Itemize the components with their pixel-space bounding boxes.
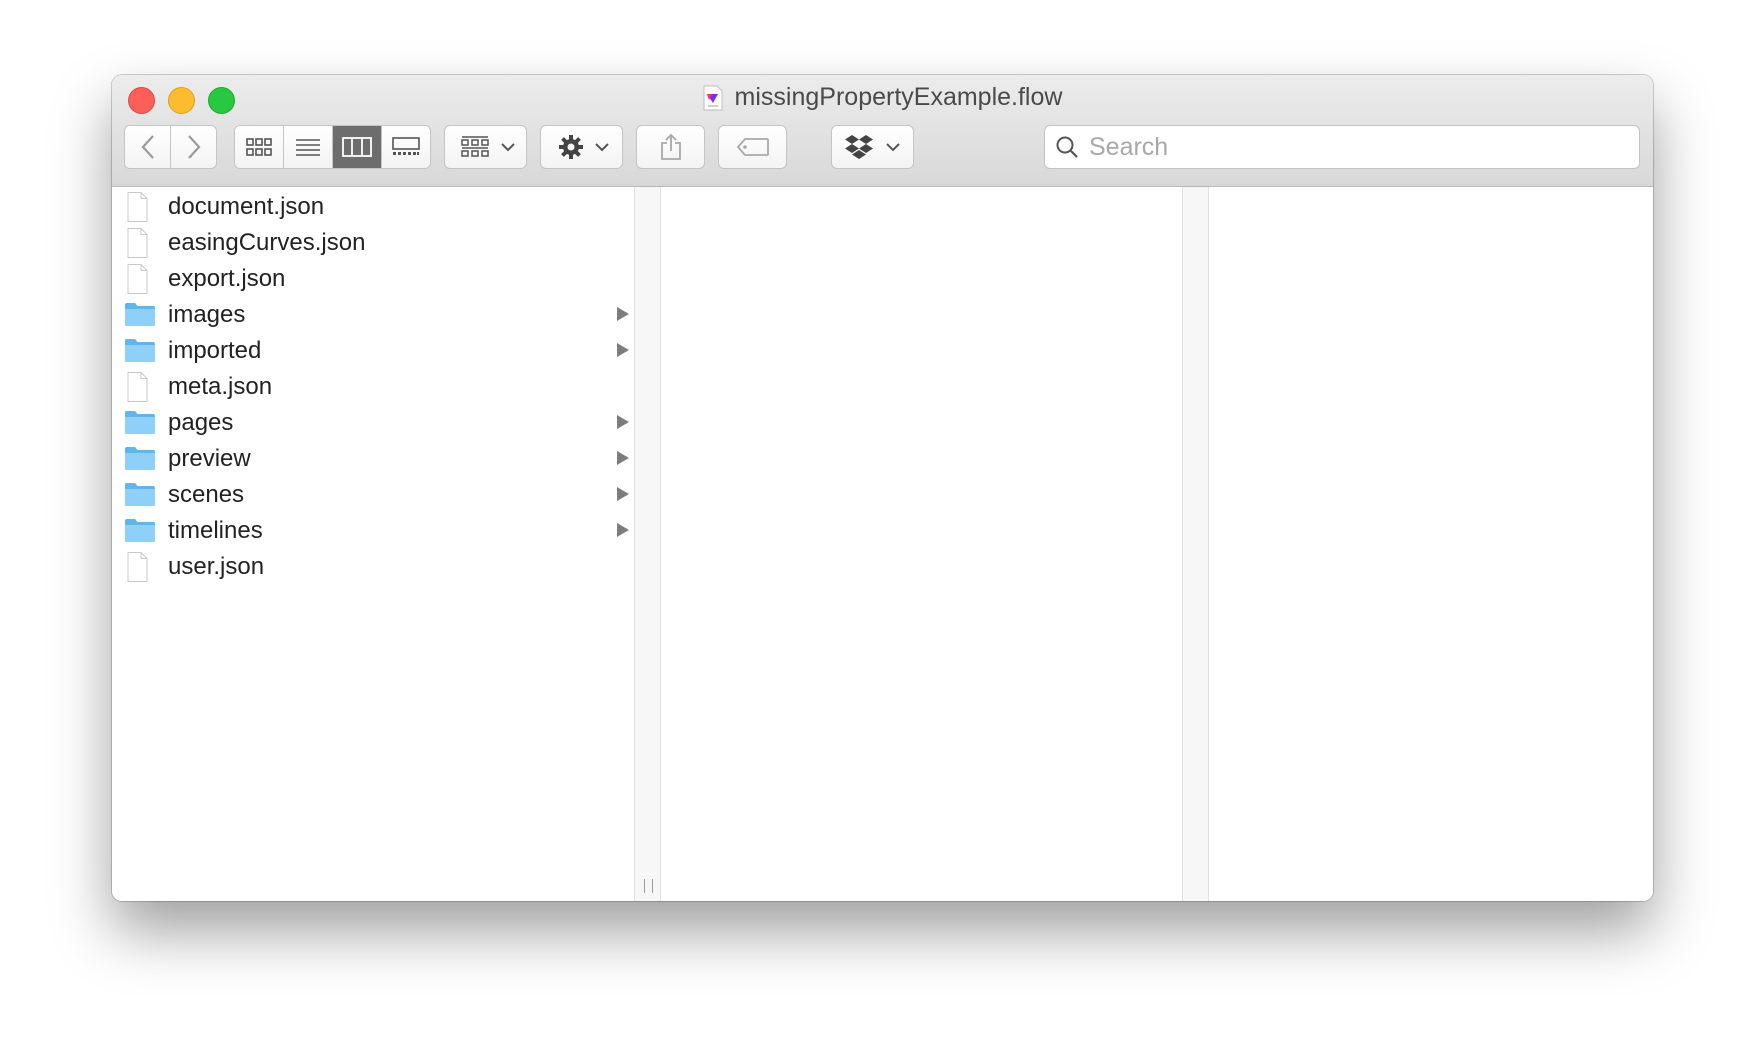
item-name: meta.json xyxy=(168,373,273,400)
folder-item[interactable]: scenes xyxy=(112,477,634,513)
folder-item[interactable]: images xyxy=(112,297,634,333)
column-2 xyxy=(661,187,1182,901)
column-resize-handle[interactable] xyxy=(644,879,653,893)
file-list: document.json easingCurves.json export.j… xyxy=(112,187,634,585)
share-button[interactable] xyxy=(636,125,705,169)
item-name: pages xyxy=(168,409,234,436)
document-icon xyxy=(124,192,158,222)
item-name: easingCurves.json xyxy=(168,229,366,256)
dropbox-icon xyxy=(845,135,873,159)
tag-icon xyxy=(736,138,769,156)
item-name: preview xyxy=(168,445,251,472)
folder-icon xyxy=(124,444,158,474)
document-icon xyxy=(124,228,158,258)
file-item[interactable]: document.json xyxy=(112,189,634,225)
gallery-view-button[interactable] xyxy=(382,126,430,168)
folder-icon xyxy=(124,516,158,546)
window-title: missingPropertyExample.flow xyxy=(734,83,1063,111)
chevron-left-icon xyxy=(141,135,154,159)
folder-icon xyxy=(124,300,158,330)
item-name: images xyxy=(168,301,246,328)
search-input[interactable] xyxy=(1087,131,1611,163)
chevron-right-icon xyxy=(187,135,200,159)
disclosure-arrow-icon xyxy=(617,523,629,537)
column-1: document.json easingCurves.json export.j… xyxy=(112,187,634,901)
gear-icon xyxy=(559,135,583,159)
forward-button[interactable] xyxy=(171,126,216,168)
disclosure-arrow-icon xyxy=(617,487,629,501)
document-icon xyxy=(124,264,158,294)
disclosure-arrow-icon xyxy=(617,451,629,465)
action-button[interactable] xyxy=(540,125,623,169)
chevron-down-icon xyxy=(886,143,900,152)
group-button[interactable] xyxy=(444,125,527,169)
folder-icon xyxy=(124,336,158,366)
nav-buttons xyxy=(124,125,217,169)
list-view-icon xyxy=(296,139,320,156)
tag-button[interactable] xyxy=(718,125,787,169)
column-view-button[interactable] xyxy=(333,126,382,168)
view-mode-control xyxy=(234,125,431,169)
disclosure-arrow-icon xyxy=(617,307,629,321)
flow-document-icon xyxy=(703,85,723,110)
item-name: scenes xyxy=(168,481,245,508)
list-view-button[interactable] xyxy=(284,126,333,168)
document-icon xyxy=(124,372,158,402)
file-item[interactable]: export.json xyxy=(112,261,634,297)
file-item[interactable]: easingCurves.json xyxy=(112,225,634,261)
folder-item[interactable]: pages xyxy=(112,405,634,441)
dropbox-button[interactable] xyxy=(831,125,914,169)
column-3 xyxy=(1209,187,1653,901)
share-icon xyxy=(660,133,681,160)
chevron-down-icon xyxy=(595,143,609,152)
item-name: timelines xyxy=(168,517,263,544)
window-title-area: missingPropertyExample.flow xyxy=(112,83,1653,112)
item-name: document.json xyxy=(168,193,325,220)
folder-item[interactable]: timelines xyxy=(112,513,634,549)
folder-icon xyxy=(124,408,158,438)
folder-icon xyxy=(124,480,158,510)
back-button[interactable] xyxy=(125,126,171,168)
title-bar: missingPropertyExample.flow xyxy=(112,75,1653,187)
disclosure-arrow-icon xyxy=(617,415,629,429)
search-field[interactable] xyxy=(1044,125,1640,169)
item-name: export.json xyxy=(168,265,286,292)
column-view-icon xyxy=(342,137,372,157)
folder-item[interactable]: imported xyxy=(112,333,634,369)
icon-view-button[interactable] xyxy=(235,126,284,168)
document-icon xyxy=(124,552,158,582)
icon-view-icon xyxy=(246,138,272,156)
item-name: imported xyxy=(168,337,262,364)
column-divider-2[interactable] xyxy=(1182,187,1209,901)
column-browser: document.json easingCurves.json export.j… xyxy=(112,187,1653,901)
folder-item[interactable]: preview xyxy=(112,441,634,477)
finder-window: missingPropertyExample.flow Search docum… xyxy=(112,75,1653,901)
column-divider-1[interactable] xyxy=(634,187,661,901)
file-item[interactable]: user.json xyxy=(112,549,634,585)
item-name: user.json xyxy=(168,553,265,580)
search-icon xyxy=(1056,136,1078,158)
group-icon xyxy=(461,136,489,157)
disclosure-arrow-icon xyxy=(617,343,629,357)
chevron-down-icon xyxy=(501,143,515,152)
file-item[interactable]: meta.json xyxy=(112,369,634,405)
gallery-view-icon xyxy=(392,137,420,155)
